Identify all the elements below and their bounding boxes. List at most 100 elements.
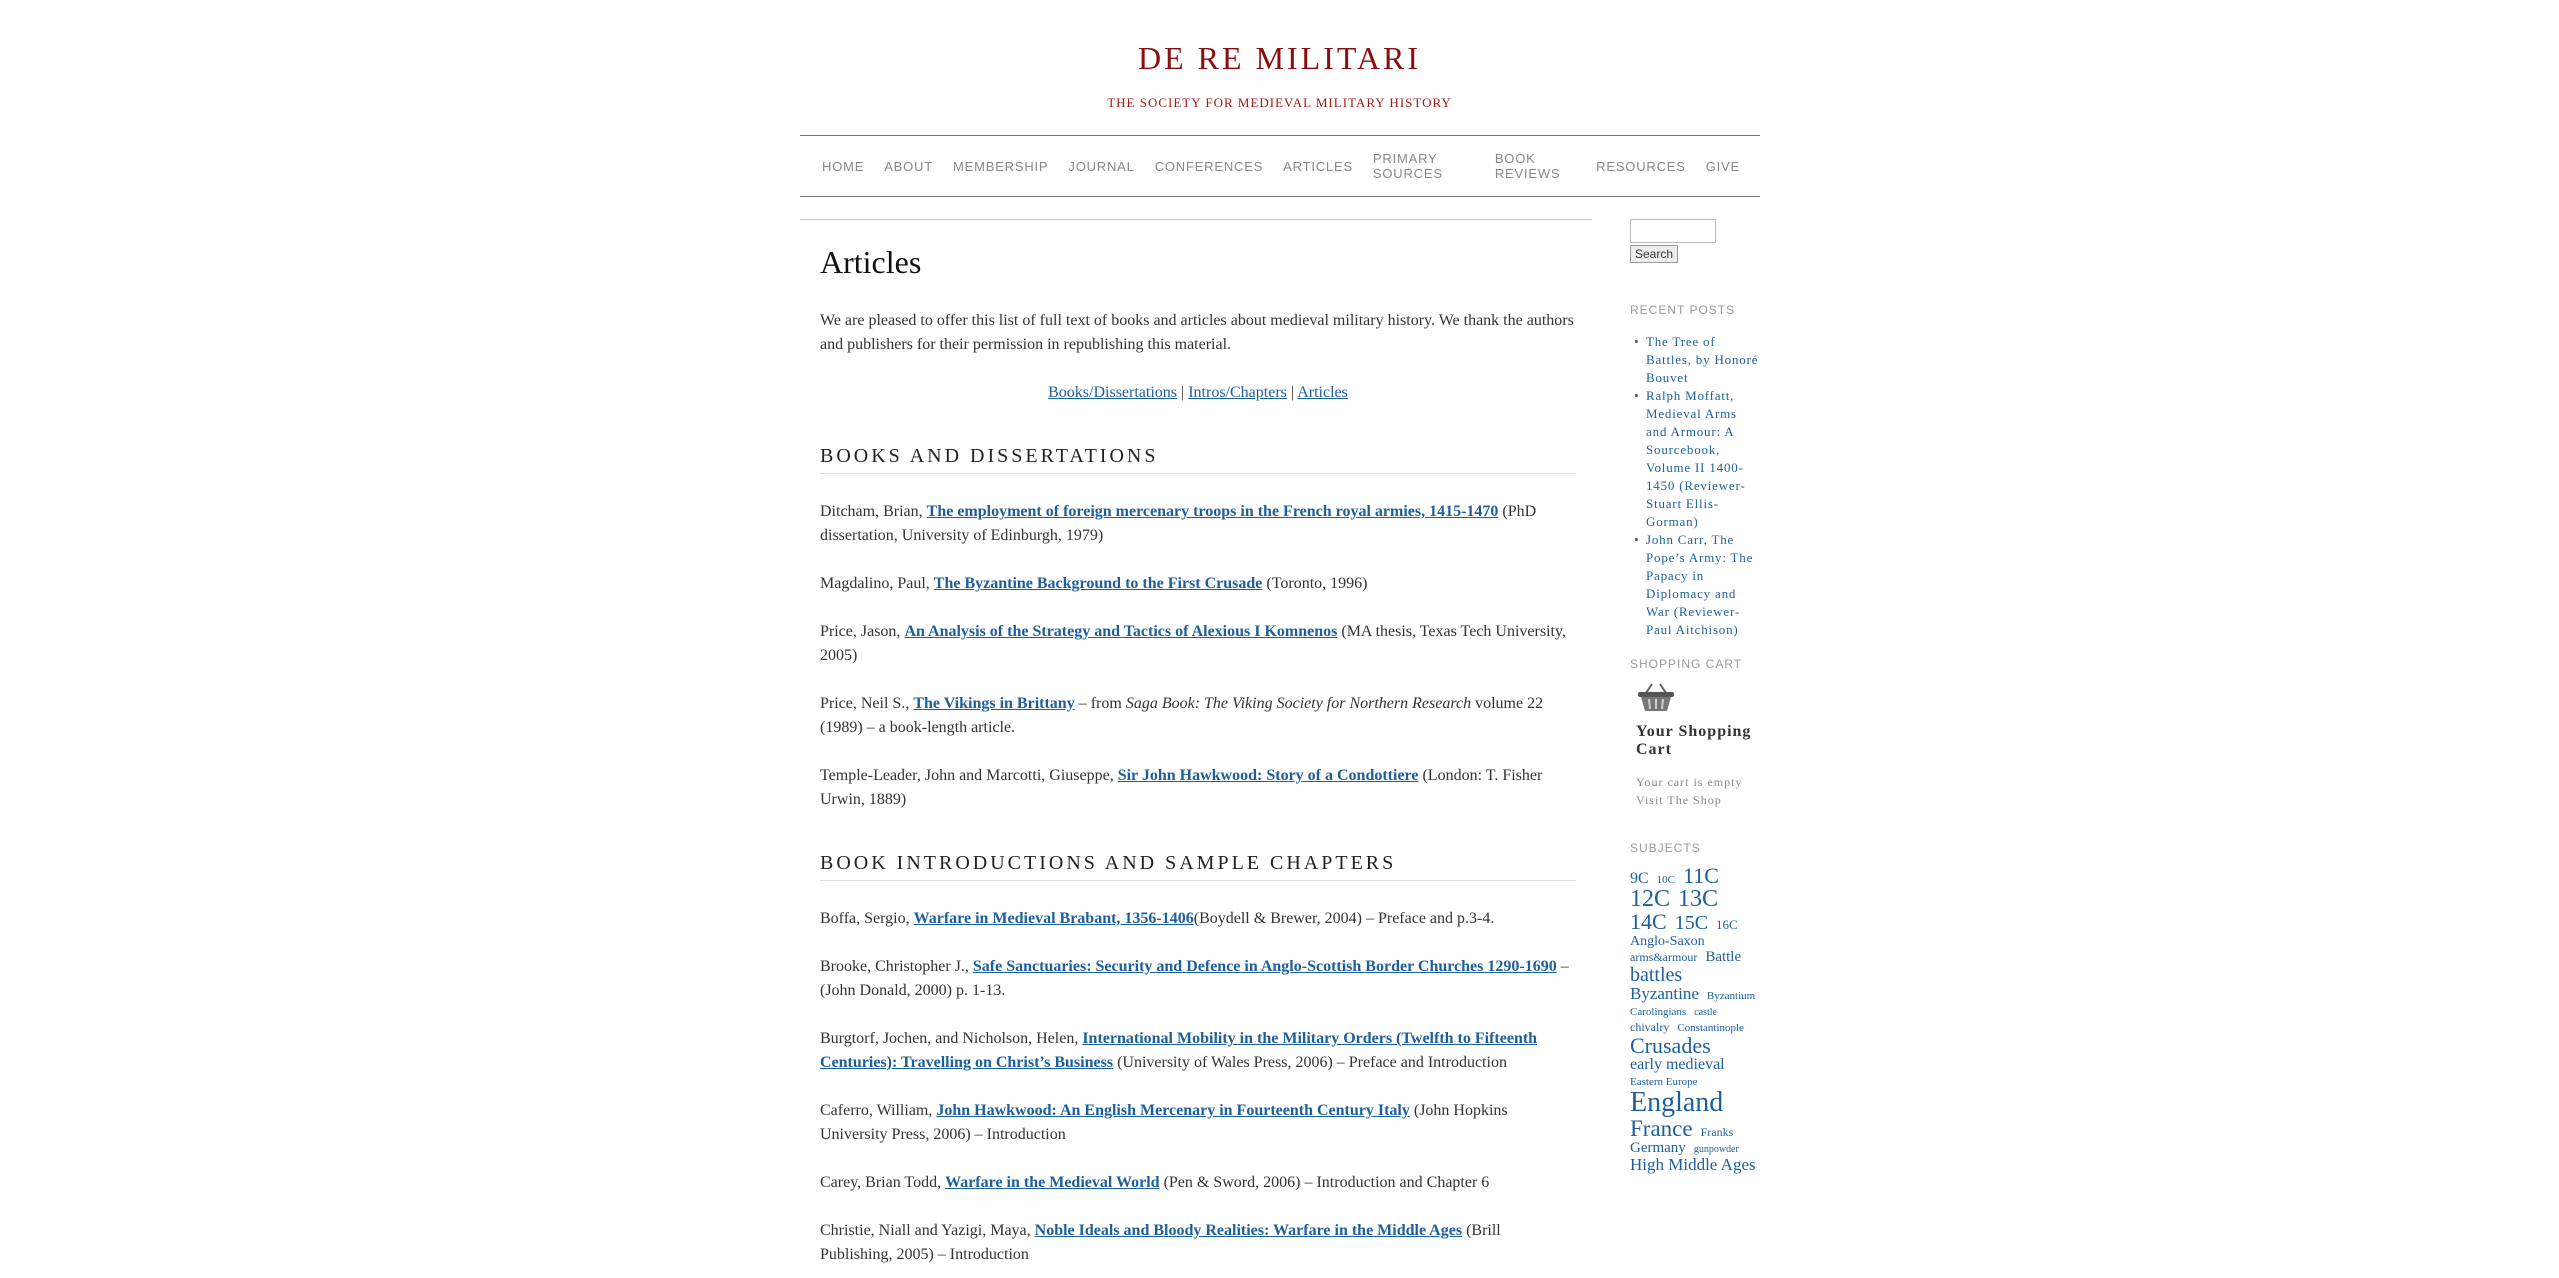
entry-details: – from <box>1074 695 1126 712</box>
entry-author: Boffa, Sergio, <box>820 910 914 927</box>
entry-author: Brooke, Christopher J., <box>820 958 973 975</box>
recent-post-link[interactable]: John Carr, The Pope’s Army: The Papacy i… <box>1630 531 1760 639</box>
article-entry: Caferro, William, John Hawkwood: An Engl… <box>820 1099 1576 1147</box>
entry-link[interactable]: Sir John Hawkwood: Story of a Condottier… <box>1118 767 1419 784</box>
entry-details: (Toronto, 1996) <box>1262 575 1368 592</box>
tag-link[interactable]: Germany <box>1630 1141 1686 1156</box>
entry-link[interactable]: The Vikings in Brittany <box>913 695 1074 712</box>
tag-link[interactable]: castle <box>1694 1008 1717 1018</box>
tag-link[interactable]: 11C <box>1683 865 1719 887</box>
entry-author: Temple-Leader, John and Marcotti, Giusep… <box>820 767 1118 784</box>
site-description: THE SOCIETY FOR MEDIEVAL MILITARY HISTOR… <box>1107 95 1452 110</box>
nav-item-conferences[interactable]: CONFERENCES <box>1155 159 1263 174</box>
toc-separator: | <box>1177 384 1189 401</box>
entry-author: Carey, Brian Todd, <box>820 1174 946 1191</box>
nav-item-resources[interactable]: RESOURCES <box>1596 159 1686 174</box>
entry-details: (University of Wales Press, 2006) – Pref… <box>1113 1054 1507 1071</box>
nav-item-articles[interactable]: ARTICLES <box>1283 159 1353 174</box>
entry-author: Price, Neil S., <box>820 695 914 712</box>
cart-heading: Your Shopping Cart <box>1636 723 1752 758</box>
page-title: Articles <box>820 244 922 280</box>
entry-link[interactable]: Noble Ideals and Bloody Realities: Warfa… <box>1035 1222 1462 1239</box>
toc: Books/Dissertations | Intros/Chapters | … <box>820 381 1576 405</box>
tag-link[interactable]: 16C <box>1716 918 1738 931</box>
tag-link[interactable]: Battle <box>1705 950 1741 965</box>
tag-link[interactable]: arms&armour <box>1630 951 1697 963</box>
entry-link[interactable]: John Hawkwood: An English Mercenary in F… <box>936 1102 1410 1119</box>
section-heading: BOOK INTRODUCTIONS AND SAMPLE CHAPTERS <box>820 850 1576 881</box>
cart-empty-text: Your cart is empty <box>1636 775 1743 789</box>
tag-link[interactable]: 12C <box>1630 887 1670 911</box>
entry-link[interactable]: Warfare in the Medieval World <box>945 1174 1160 1191</box>
entry-author: Magdalino, Paul, <box>820 575 934 592</box>
section-heading: BOOKS AND DISSERTATIONS <box>820 443 1576 474</box>
subjects-title: SUBJECTS <box>1630 841 1701 855</box>
tag-link[interactable]: chivalry <box>1630 1021 1669 1033</box>
nav-item-book-reviews[interactable]: BOOK REVIEWS <box>1495 151 1576 181</box>
entry-link[interactable]: Safe Sanctuaries: Security and Defence i… <box>973 958 1557 975</box>
tag-link[interactable]: early medieval <box>1630 1057 1725 1073</box>
tag-link[interactable]: Byzantium <box>1707 991 1755 1002</box>
basket-icon <box>1636 681 1676 713</box>
shopping-cart-title: SHOPPING CART <box>1630 657 1743 671</box>
tag-link[interactable]: Franks <box>1701 1126 1734 1138</box>
article-entry: Price, Jason, An Analysis of the Strateg… <box>820 620 1576 668</box>
intro-text: We are pleased to offer this list of ful… <box>820 312 1574 353</box>
search-button[interactable]: Search <box>1630 245 1679 263</box>
entry-details: (Boydell & Brewer, 2004) – Preface and p… <box>1193 910 1495 927</box>
article-entry: Temple-Leader, John and Marcotti, Giusep… <box>820 764 1576 812</box>
entry-author: Christie, Niall and Yazigi, Maya, <box>820 1222 1035 1239</box>
site-title[interactable]: DE RE MILITARI <box>0 38 2559 78</box>
entry-author: Price, Jason, <box>820 623 905 640</box>
entry-author: Burgtorf, Jochen, and Nicholson, Helen, <box>820 1030 1083 1047</box>
entry-link[interactable]: The employment of foreign mercenary troo… <box>927 503 1499 520</box>
tag-link[interactable]: France <box>1630 1117 1693 1140</box>
tag-link[interactable]: Carolingians <box>1630 1007 1686 1018</box>
tag-link[interactable]: 15C <box>1675 913 1708 933</box>
visit-shop-link[interactable]: Visit The Shop <box>1630 791 1760 809</box>
tag-link[interactable]: 10C <box>1657 875 1675 886</box>
tag-link[interactable]: 9C <box>1630 871 1649 887</box>
tag-link[interactable]: High Middle Ages <box>1630 1156 1756 1173</box>
tag-link[interactable]: England <box>1630 1089 1723 1117</box>
tag-link[interactable]: Byzantine <box>1630 985 1699 1002</box>
entry-link[interactable]: The Byzantine Background to the First Cr… <box>934 575 1263 592</box>
nav-item-about[interactable]: ABOUT <box>884 159 933 174</box>
sidebar: Search RECENT POSTS The Tree of Battles,… <box>1630 219 1760 1174</box>
article-entry: Magdalino, Paul, The Byzantine Backgroun… <box>820 572 1576 596</box>
article-entry: Boffa, Sergio, Warfare in Medieval Braba… <box>820 907 1576 931</box>
nav-item-home[interactable]: HOME <box>822 159 864 174</box>
search-input[interactable] <box>1630 219 1716 243</box>
tag-link[interactable]: Crusades <box>1630 1035 1711 1057</box>
recent-posts-title: RECENT POSTS <box>1630 303 1736 317</box>
main-nav: HOME ABOUT MEMBERSHIP JOURNAL CONFERENCES ART… <box>800 135 1760 197</box>
article-entry: Ditcham, Brian, The employment of foreig… <box>820 500 1576 548</box>
main-content: Articles We are pleased to offer this li… <box>800 219 1592 1267</box>
entry-link[interactable]: An Analysis of the Strategy and Tactics … <box>904 623 1337 640</box>
recent-post-link[interactable]: The Tree of Battles, by Honoré Bouvet <box>1630 333 1760 387</box>
nav-item-give[interactable]: GIVE <box>1706 159 1740 174</box>
entry-author: Ditcham, Brian, <box>820 503 927 520</box>
article-entry: Brooke, Christopher J., Safe Sanctuaries… <box>820 955 1576 1003</box>
toc-books-link[interactable]: Books/Dissertations <box>1048 384 1177 401</box>
toc-articles-link[interactable]: Articles <box>1297 384 1348 401</box>
entry-link[interactable]: Warfare in Medieval Brabant, 1356-1406 <box>914 910 1194 927</box>
nav-item-journal[interactable]: JOURNAL <box>1068 159 1134 174</box>
tag-link[interactable]: 14C <box>1630 911 1667 933</box>
entry-details: (Pen & Sword, 2006) – Introduction and C… <box>1159 1174 1490 1191</box>
article-entry: Carey, Brian Todd, Warfare in the Mediev… <box>820 1171 1576 1195</box>
toc-intros-link[interactable]: Intros/Chapters <box>1188 384 1287 401</box>
recent-posts-list: The Tree of Battles, by Honoré BouvetRal… <box>1630 333 1760 639</box>
nav-item-membership[interactable]: MEMBERSHIP <box>953 159 1048 174</box>
entry-publication: Saga Book: The Viking Society for Northe… <box>1125 695 1472 712</box>
tag-link[interactable]: Anglo-Saxon <box>1630 935 1705 949</box>
article-entry: Christie, Niall and Yazigi, Maya, Noble … <box>820 1219 1576 1267</box>
tag-link[interactable]: gunpowder <box>1694 1145 1739 1155</box>
nav-item-primary-sources[interactable]: PRIMARY SOURCES <box>1373 151 1475 181</box>
article-entry: Price, Neil S., The Vikings in Brittany … <box>820 692 1576 740</box>
tag-link[interactable]: 13C <box>1678 887 1718 911</box>
tag-link[interactable]: battles <box>1630 965 1682 985</box>
recent-post-link[interactable]: Ralph Moffatt, Medieval Arms and Armour:… <box>1630 387 1760 531</box>
article-sections: BOOKS AND DISSERTATIONS Ditcham, Brian, T… <box>820 443 1576 1267</box>
entry-author: Caferro, William, <box>820 1102 937 1119</box>
